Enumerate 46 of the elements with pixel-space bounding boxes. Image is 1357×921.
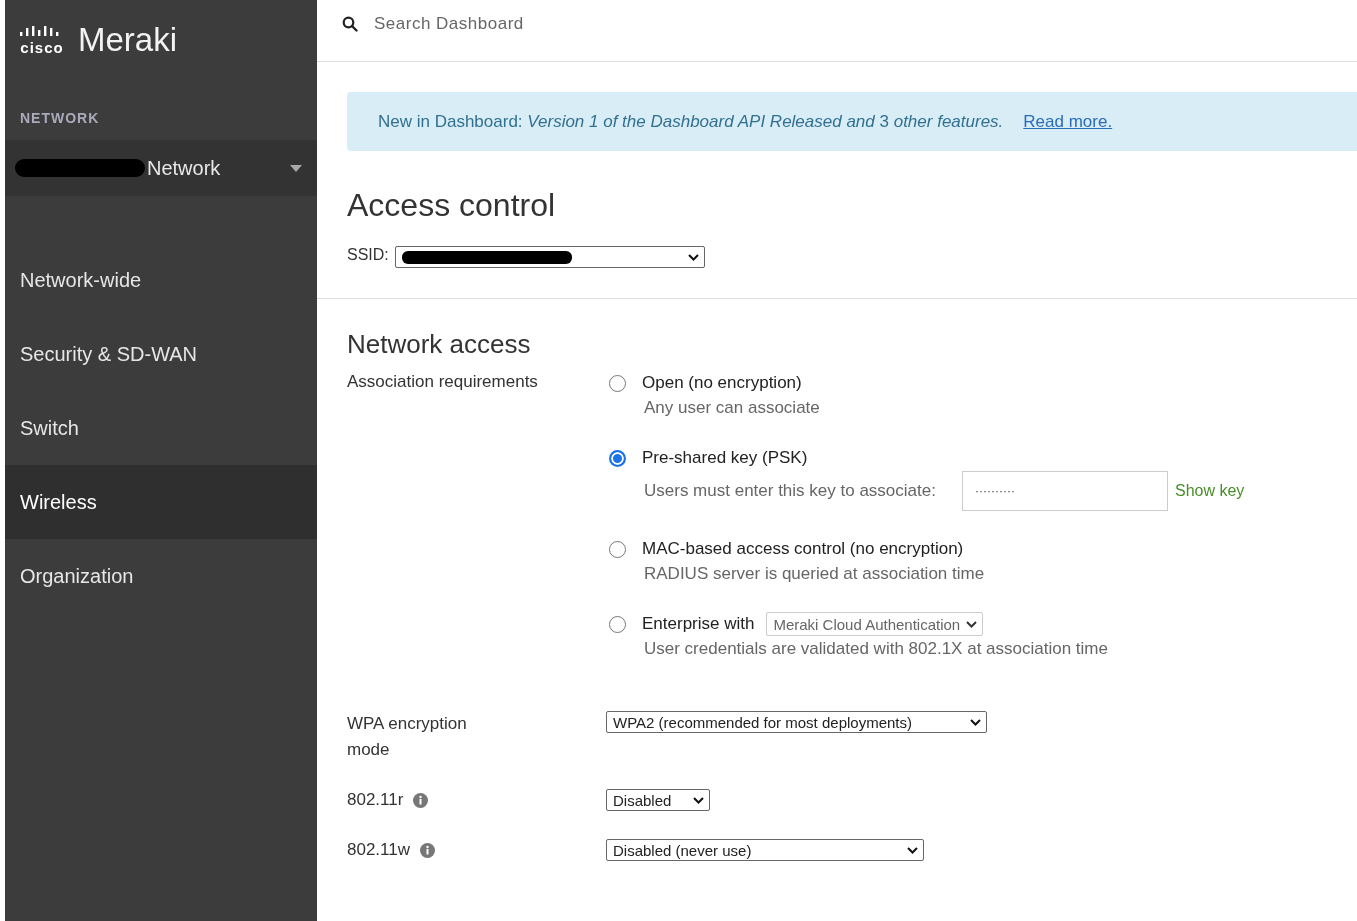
chevron-down-icon [687,253,699,261]
field-label: 802.11r [347,789,404,811]
radio-button[interactable] [609,615,626,633]
dropdown-triangle-icon [290,164,302,172]
ssid-label: SSID: [347,246,389,264]
option-label: Pre-shared key (PSK) [642,448,808,468]
info-icon [420,842,435,858]
radio-button[interactable] [609,449,626,467]
nav-item[interactable]: Organization [5,539,317,613]
search-icon [342,15,358,32]
radio-button[interactable] [609,374,626,392]
option-description: RADIUS server is queried at association time [644,564,985,584]
radio-button[interactable] [609,540,626,558]
setting-dropdown[interactable]: Disabled [606,789,710,811]
nav-item[interactable]: Network-wide [5,243,317,317]
product-name: Meraki [78,21,178,59]
key-field[interactable]: ·········· [961,471,1168,511]
nav-item[interactable]: Wireless [5,465,317,539]
field-label: Association requirements [347,372,539,393]
option-label: Enterprise with [642,614,755,634]
option-description: Users must enter this key to associate: [644,481,936,501]
chevron-down-icon [907,846,918,854]
setting-dropdown[interactable]: Disabled (never use) [606,839,924,861]
field-label: WPA encryption mode [347,713,468,761]
network-selector[interactable]: Network [5,140,317,196]
nav-item[interactable]: Security & SD-WAN [5,317,317,391]
auth-dropdown[interactable]: Meraki Cloud Authentication [766,612,984,636]
chevron-down-icon [966,620,978,628]
read-more-link[interactable]: Read more. [1023,111,1113,132]
show-key-link[interactable]: Show key [1174,482,1245,500]
option-description: Any user can associate [644,398,820,418]
company-logo-text: cisco [20,39,64,55]
ssid-dropdown[interactable] [394,246,705,268]
section-title: Network access [347,329,532,360]
page-title: Access control [347,187,557,224]
setting-dropdown[interactable]: WPA2 (recommended for most deployments) [606,711,987,733]
info-icon [413,792,429,808]
option-description: User credentials are validated with 802.1X at association time [644,639,1108,659]
chevron-down-icon [970,718,981,726]
option-label: Open (no encryption) [642,373,802,393]
section-label: NETWORK [19,109,101,128]
announcement-text: New in Dashboard: Version 1 of the Dashboard API Released and 3 other features. [378,111,1004,132]
field-label: 802.11w [347,839,410,861]
chevron-down-icon [693,796,704,804]
option-label: MAC-based access control (no encryption) [642,539,964,559]
nav-item[interactable]: Switch [5,391,317,465]
